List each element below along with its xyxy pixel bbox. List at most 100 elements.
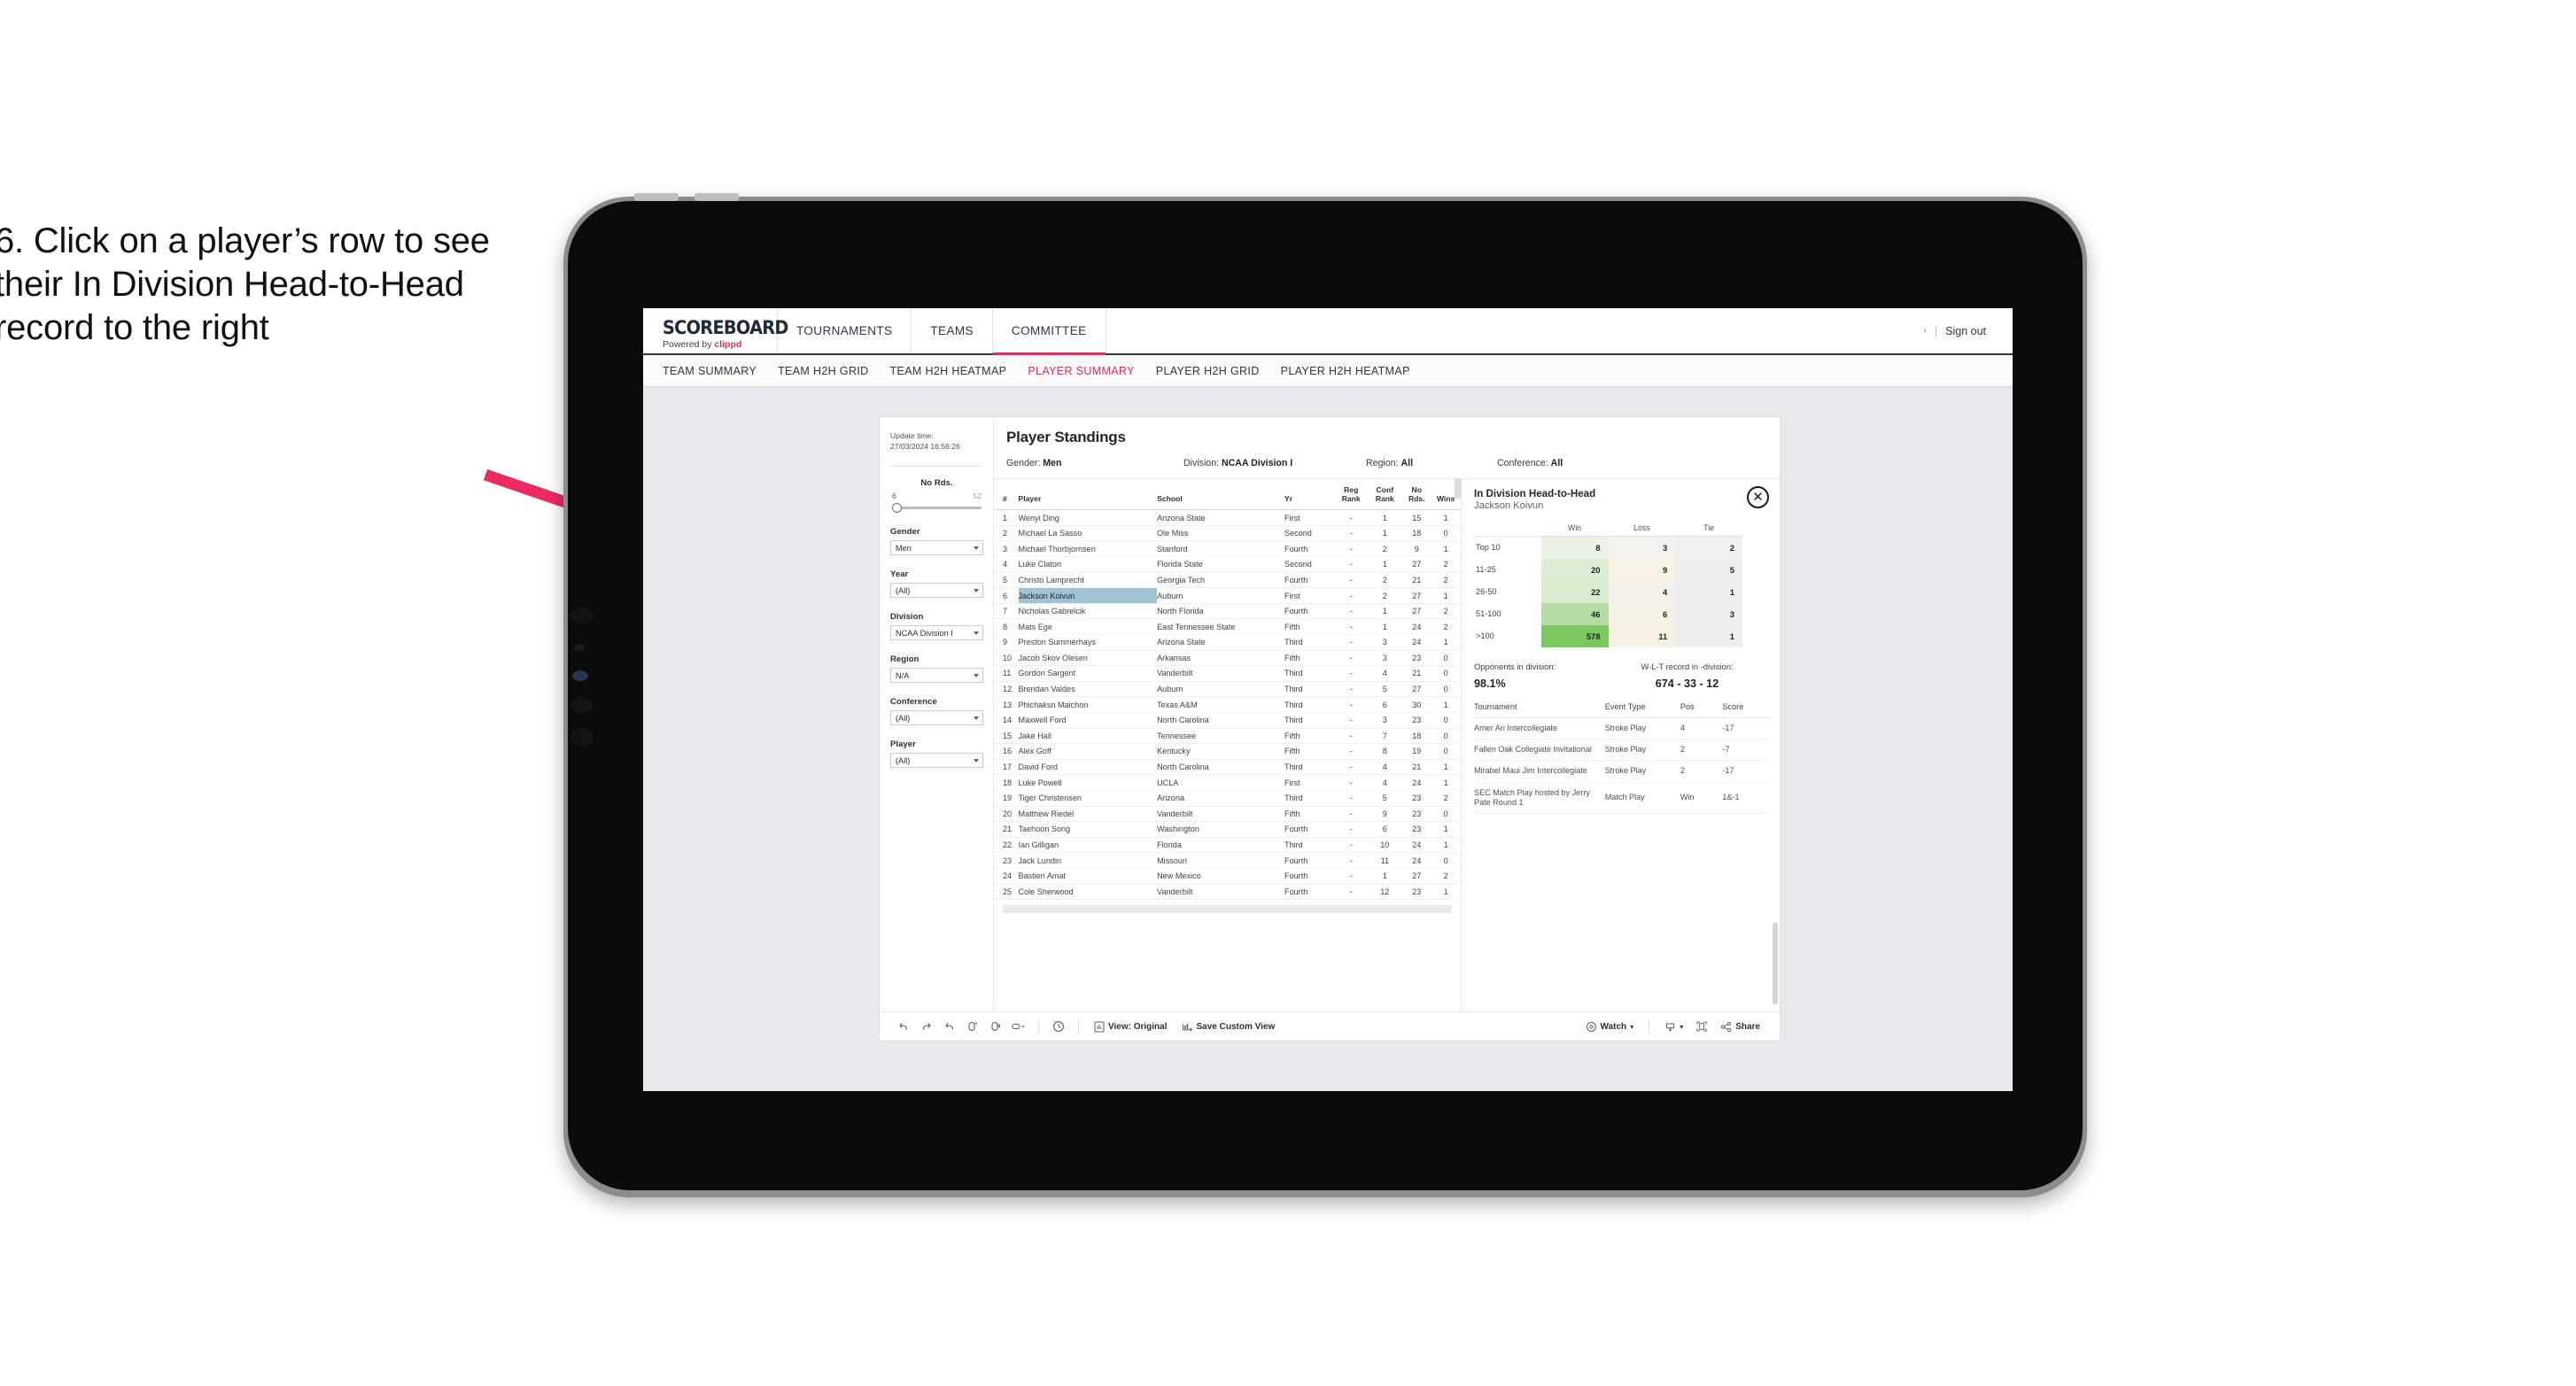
table-row[interactable]: 15 Jake Hall Tennessee Fifth -7 18 0 xyxy=(994,728,1461,745)
download-button[interactable]: ▾ xyxy=(1657,1021,1690,1033)
cell-wins: 1 xyxy=(1432,837,1461,854)
col-tournament[interactable]: Tournament xyxy=(1474,701,1605,718)
tournament-row[interactable]: Fallen Oak Collegiate Invitational Stroke… xyxy=(1474,739,1769,762)
cell-pos: Win xyxy=(1680,782,1723,815)
table-row[interactable]: 16 Alex Goff Kentucky Fifth -8 19 0 xyxy=(994,743,1461,760)
col-school[interactable]: School xyxy=(1157,479,1285,511)
share-button[interactable]: Share xyxy=(1713,1021,1767,1033)
undo-icon[interactable] xyxy=(892,1020,915,1033)
tournaments-scrollbar[interactable] xyxy=(1773,923,1778,1004)
refresh-data-icon[interactable] xyxy=(961,1020,984,1033)
filter-gender-select[interactable]: Men xyxy=(890,540,983,556)
col-yr[interactable]: Yr xyxy=(1284,479,1336,511)
toolbar-divider-2 xyxy=(1078,1019,1079,1034)
filter-region-select[interactable]: N/A xyxy=(890,668,983,684)
table-row[interactable]: 3 Michael Thorbjornsen Stanford Fourth -2 9 1 xyxy=(994,540,1461,558)
tournament-row[interactable]: Mirabel Maui Jim Intercollegiate Stroke P… xyxy=(1474,760,1769,783)
view-original-button[interactable]: View: Original xyxy=(1087,1021,1175,1033)
history-icon[interactable] xyxy=(1047,1019,1070,1034)
cell-rank: 22 xyxy=(994,837,1019,854)
col-pos[interactable]: Pos xyxy=(1680,701,1723,718)
table-row[interactable]: 7 Nicholas Gabrelcik North Florida Fourth -1… xyxy=(994,603,1461,620)
table-row[interactable]: 18 Luke Powell UCLA First -4 24 1 xyxy=(994,774,1461,791)
table-vertical-scrollbar[interactable] xyxy=(1455,479,1461,499)
chevron-down-icon xyxy=(974,631,979,635)
table-row[interactable]: 21 Taehoon Song Washington Fourth -6 23 1 xyxy=(994,821,1461,838)
app-logo[interactable]: SCOREBOARD Powered by clippd xyxy=(643,308,788,353)
table-row[interactable]: 9 Preston Summerhays Arizona State Third -3 2… xyxy=(994,634,1461,651)
table-row[interactable]: 8 Mats Ege East Tennessee State Fifth -1 24 2 xyxy=(994,618,1461,635)
range-slider[interactable] xyxy=(890,503,983,514)
table-row[interactable]: 20 Matthew Riedel Vanderbilt Fifth -9 23 0 xyxy=(994,806,1461,823)
fullscreen-icon[interactable] xyxy=(1690,1020,1713,1033)
table-row[interactable]: 4 Luke Claton Florida State Second -1 27 2 xyxy=(994,556,1461,573)
table-row[interactable]: 12 Brendan Valdes Auburn Third -5 27 0 xyxy=(994,681,1461,698)
table-row[interactable]: 1 Wenyi Ding Arizona State First -1 15 1 xyxy=(994,509,1461,526)
table-row[interactable]: 10 Jacob Skov Olesen Arkansas Fifth -3 23 0 xyxy=(994,650,1461,667)
nav-tab-tournaments[interactable]: TOURNAMENTS xyxy=(778,308,912,353)
col-no-rds[interactable]: No Rds. xyxy=(1402,479,1433,511)
meta-region-label: Region: xyxy=(1366,458,1399,468)
subtab-player-h2h-grid[interactable]: PLAYER H2H GRID xyxy=(1156,365,1260,377)
standings-table-wrap: # Player School Yr Reg Rank Conf Rank No Rd… xyxy=(994,479,1462,1011)
watch-button[interactable]: Watch ▾ xyxy=(1579,1021,1641,1033)
redo-icon[interactable] xyxy=(915,1020,938,1033)
subtab-team-h2h-heatmap[interactable]: TEAM H2H HEATMAP xyxy=(890,365,1007,377)
highlight-icon[interactable] xyxy=(1007,1020,1030,1033)
slider-knob[interactable] xyxy=(892,503,902,514)
table-row[interactable]: 6 Jackson Koivun Auburn First -2 27 1 xyxy=(994,587,1461,604)
tournament-row[interactable]: SEC Match Play hosted by Jerry Pate Roun… xyxy=(1474,782,1769,815)
table-row[interactable]: 11 Gordon Sargent Vanderbilt Third -4 21 0 xyxy=(994,665,1461,682)
sign-out-link[interactable]: Sign out xyxy=(1945,325,1986,337)
table-row[interactable]: 2 Michael La Sasso Ole Miss Second -1 18 0 xyxy=(994,525,1461,542)
col-score[interactable]: Score xyxy=(1722,701,1769,718)
cell-player: Alex Goff xyxy=(1018,743,1158,760)
table-horizontal-scrollbar[interactable] xyxy=(1003,905,1452,914)
cell-school: Auburn xyxy=(1157,587,1285,604)
subtab-team-summary[interactable]: TEAM SUMMARY xyxy=(663,365,757,377)
cell-player: Taehoon Song xyxy=(1018,821,1158,838)
cell-tournament: Mirabel Maui Jim Intercollegiate xyxy=(1474,760,1605,783)
subtab-player-h2h-heatmap[interactable]: PLAYER H2H HEATMAP xyxy=(1281,365,1410,377)
col-player[interactable]: Player xyxy=(1018,479,1158,511)
cell-no-rds: 21 xyxy=(1402,665,1433,682)
filter-player-select[interactable]: (All) xyxy=(890,753,983,769)
revert-icon[interactable] xyxy=(938,1020,961,1033)
pause-updates-icon[interactable] xyxy=(984,1020,1007,1033)
table-row[interactable]: 14 Maxwell Ford North Carolina Third -3 23 0 xyxy=(994,712,1461,729)
col-reg-rank[interactable]: Reg Rank xyxy=(1335,479,1369,511)
cell-rank: 16 xyxy=(994,743,1019,760)
heatmap-cell-tie: 3 xyxy=(1675,602,1743,625)
table-row[interactable]: 13 Phichaksn Maichon Texas A&M Third -6 30 1 xyxy=(994,696,1461,713)
filter-division-select[interactable]: NCAA Division I xyxy=(890,625,983,641)
table-row[interactable]: 23 Jack Lundin Missouri Fourth -11 24 0 xyxy=(994,852,1461,869)
cell-wins: 1 xyxy=(1432,587,1461,604)
table-row[interactable]: 22 Ian Gilligan Florida Third -10 24 1 xyxy=(994,837,1461,854)
subtab-player-summary[interactable]: PLAYER SUMMARY xyxy=(1028,365,1134,377)
cell-rank: 18 xyxy=(994,774,1019,791)
col-conf-rank[interactable]: Conf Rank xyxy=(1369,479,1403,511)
table-row[interactable]: 24 Bastien Amat New Mexico Fourth -1 27 2 xyxy=(994,868,1461,885)
filter-conference-select[interactable]: (All) xyxy=(890,710,983,726)
table-row[interactable]: 5 Christo Lamprecht Georgia Tech Fourth -2 21… xyxy=(994,572,1461,589)
cell-reg-rank: - xyxy=(1335,884,1369,901)
cell-rank: 8 xyxy=(994,618,1019,635)
nav-tab-committee[interactable]: COMMITTEE xyxy=(992,308,1106,355)
filter-year-select[interactable]: (All) xyxy=(890,583,983,599)
cell-wins: 2 xyxy=(1432,572,1461,589)
watch-label: Watch xyxy=(1600,1021,1627,1032)
nav-tab-teams[interactable]: TEAMS xyxy=(912,308,993,353)
subtab-team-h2h-grid[interactable]: TEAM H2H GRID xyxy=(778,365,868,377)
cell-rank: 4 xyxy=(994,556,1019,573)
slider-min: 6 xyxy=(892,492,896,501)
table-row[interactable]: 25 Cole Sherwood Vanderbilt Fourth -12 23 1 xyxy=(994,884,1461,901)
col-rank[interactable]: # xyxy=(994,479,1019,511)
save-custom-view-button[interactable]: Save Custom View xyxy=(1175,1021,1283,1033)
user-menu-caret-icon[interactable]: › xyxy=(1924,326,1927,336)
col-event-type[interactable]: Event Type xyxy=(1604,701,1680,718)
cell-conf-rank: 9 xyxy=(1369,806,1403,823)
close-icon[interactable]: ✕ xyxy=(1747,486,1769,508)
table-row[interactable]: 19 Tiger Christensen Arizona Third -5 23 2 xyxy=(994,790,1461,807)
table-row[interactable]: 17 David Ford North Carolina Third -4 21 1 xyxy=(994,759,1461,776)
tournament-row[interactable]: Amer Ari Intercollegiate Stroke Play 4 -17 xyxy=(1474,717,1769,739)
